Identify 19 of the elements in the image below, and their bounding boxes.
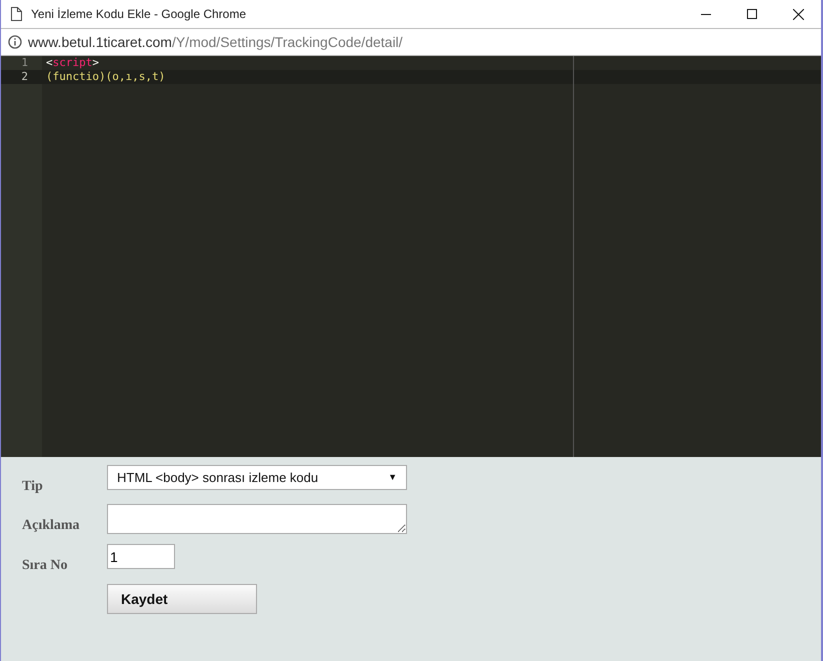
field-label: Tip xyxy=(21,478,44,496)
maximize-icon xyxy=(747,9,757,19)
info-icon xyxy=(8,35,22,49)
order-number-field[interactable]: 1 xyxy=(107,544,175,569)
code-line: <script> xyxy=(46,56,99,69)
code-line: (functio)(o,ı,s,t) xyxy=(46,70,166,83)
code-editor[interactable]: 1 2 <script> (functio)(o,ı,s,t) xyxy=(1,56,821,457)
address-bar[interactable]: www.betul.1ticaret.com/Y/mod/Settings/TrackingCode/detail/ xyxy=(1,28,821,56)
description-field[interactable] xyxy=(107,504,407,534)
line-number: 1 xyxy=(21,56,28,69)
save-button[interactable]: Kaydet xyxy=(107,584,257,614)
window-title: Yeni İzleme Kodu Ekle - Google Chrome xyxy=(31,6,246,23)
type-dropdown[interactable]: HTML <body> sonrası izleme kodu ▼ xyxy=(107,465,407,490)
page-icon xyxy=(11,7,22,21)
field-label: Sıra No xyxy=(21,557,68,575)
field-label: Açıklama xyxy=(21,517,81,535)
close-icon xyxy=(792,8,804,20)
line-number: 2 xyxy=(21,70,28,83)
url-text: www.betul.1ticaret.com/Y/mod/Settings/TrackingCode/detail/ xyxy=(28,32,403,52)
